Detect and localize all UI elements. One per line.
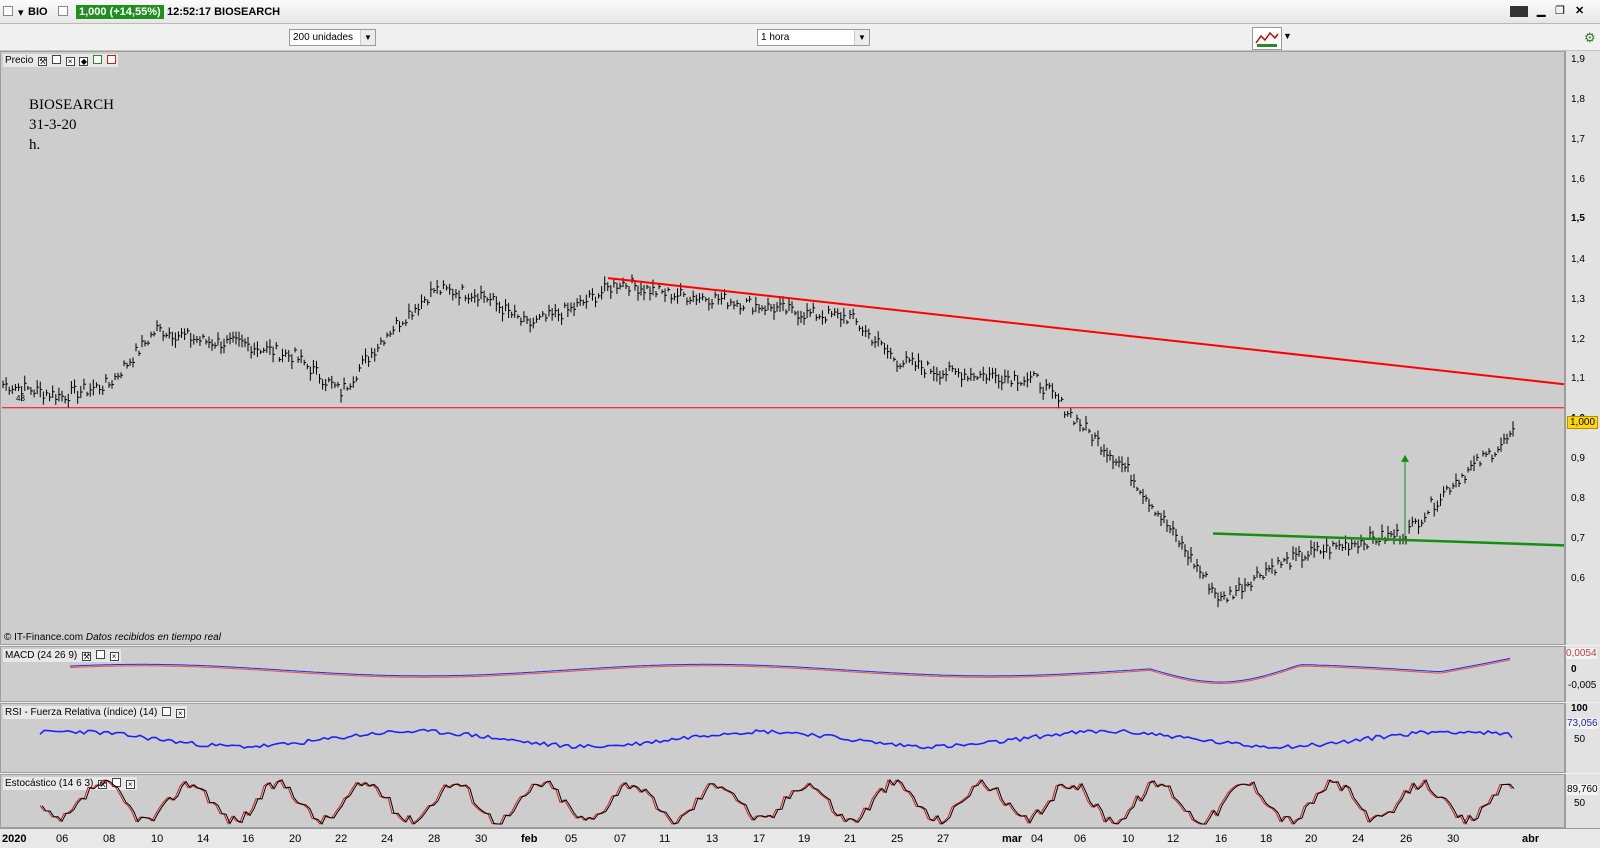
macd-tick: 0 bbox=[1571, 664, 1577, 675]
stoch-d-line bbox=[39, 778, 1513, 825]
y-tick: 1,5 bbox=[1571, 213, 1585, 224]
y-tick: 1,2 bbox=[1571, 334, 1585, 345]
macd-value: 0,0054 bbox=[1566, 648, 1597, 659]
resistance-trend-line bbox=[607, 277, 1565, 386]
rsi-tick: 100 bbox=[1571, 703, 1588, 714]
y-tick: 1,9 bbox=[1571, 54, 1585, 65]
y-tick: 0,9 bbox=[1571, 453, 1585, 464]
rsi-tick: 50 bbox=[1574, 734, 1586, 745]
settings-icon[interactable]: ⚙ bbox=[1584, 30, 1596, 46]
stoch-tick: 50 bbox=[1574, 798, 1586, 809]
chart-canvas bbox=[2, 274, 1565, 825]
y-tick: 1,6 bbox=[1571, 174, 1585, 185]
rsi-value: 73,056 bbox=[1567, 718, 1598, 729]
stoch-value: 89,760 bbox=[1567, 784, 1598, 795]
y-tick: 1,1 bbox=[1571, 373, 1585, 384]
macd-line bbox=[69, 657, 1511, 683]
current-price-marker: 1,000 bbox=[1567, 416, 1599, 429]
y-tick: 1,4 bbox=[1571, 254, 1585, 265]
y-tick: 1,8 bbox=[1571, 94, 1585, 105]
stoch-k-line bbox=[41, 778, 1515, 825]
y-tick: 1,7 bbox=[1571, 134, 1585, 145]
y-tick: 0,8 bbox=[1571, 493, 1585, 504]
macd-signal-line bbox=[69, 659, 1511, 684]
y-tick: 0,7 bbox=[1571, 533, 1585, 544]
rsi-line bbox=[39, 728, 1513, 750]
target-arrow-head bbox=[1401, 454, 1409, 462]
close-icon[interactable]: ✕ bbox=[1575, 4, 1584, 17]
macd-tick: -0,005 bbox=[1568, 680, 1597, 691]
y-tick: 0,6 bbox=[1571, 573, 1585, 584]
y-tick: 1,3 bbox=[1571, 294, 1585, 305]
